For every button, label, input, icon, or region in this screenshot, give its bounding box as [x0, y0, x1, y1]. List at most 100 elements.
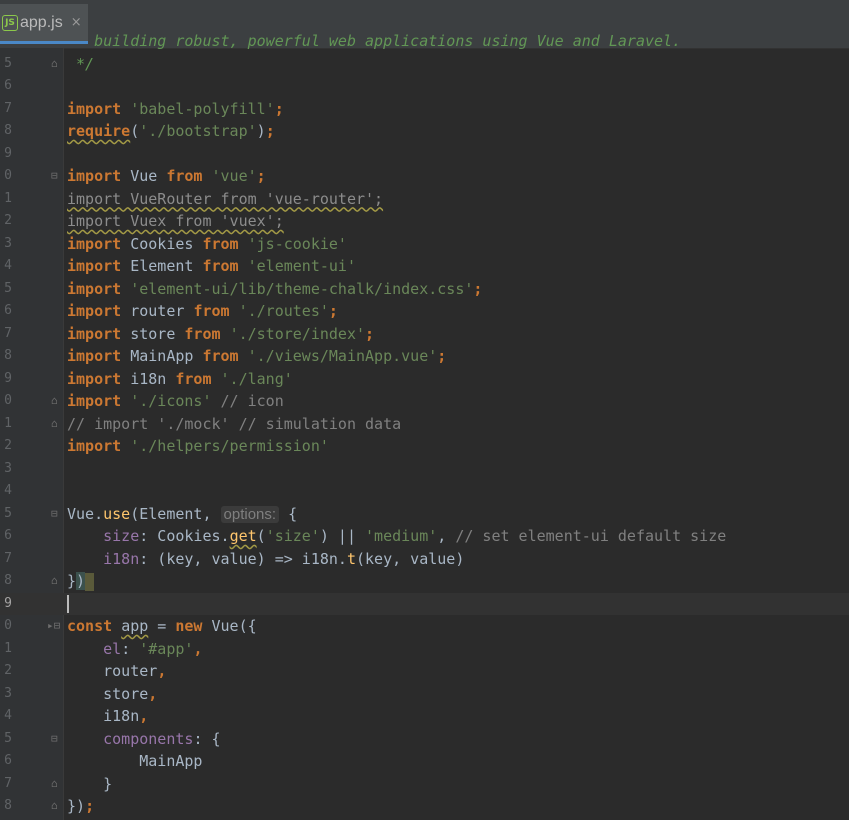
code-line: 8 ⌂ });: [0, 795, 849, 818]
fold-start-icon[interactable]: ⊟: [51, 732, 61, 745]
code-line: 5 ⊟ Vue.use(Element, options: {: [0, 503, 849, 526]
code-text: size: Cookies.get('size') || 'medium', /…: [103, 527, 727, 545]
line-number: 6: [4, 78, 12, 93]
code-line: 7 import 'babel-polyfill';: [0, 98, 849, 121]
fold-end-icon[interactable]: ⌂: [51, 417, 61, 430]
fold-start-icon[interactable]: ⊟: [51, 507, 61, 520]
fold-start-icon[interactable]: ⊟: [51, 170, 61, 182]
fold-end-icon[interactable]: ⌂: [51, 57, 61, 70]
code-text: import VueRouter from 'vue-router';: [67, 189, 384, 208]
close-icon[interactable]: ×: [71, 15, 82, 30]
line-number: 1: [4, 190, 12, 206]
code-text: import 'element-ui/lib/theme-chalk/index…: [67, 279, 483, 298]
code-line: 4: [0, 480, 849, 503]
tab-label: app.js: [20, 13, 63, 31]
code-line: 4 import Element from 'element-ui': [0, 255, 849, 278]
line-number: 6: [4, 528, 12, 543]
code-line: 0 ⌂ import './icons' // icon: [0, 390, 849, 413]
code-text: import './icons' // icon: [67, 392, 284, 410]
code-line: 2 router,: [0, 660, 849, 683]
code-text: [67, 593, 69, 616]
code-line: 3 import Cookies from 'js-cookie': [0, 233, 849, 256]
code-text: import i18n from './lang': [67, 369, 293, 388]
code-text: building robust, powerful web applicatio…: [67, 32, 682, 50]
code-text: // import './mock' // simulation data: [67, 414, 402, 433]
line-number: 5: [4, 280, 12, 296]
code-line: 6: [0, 75, 849, 98]
code-text: import Vue from 'vue';: [67, 167, 266, 185]
code-line: 7 ⌂ }: [0, 773, 849, 796]
code-line: 0 ▸⊟ const app = new Vue({: [0, 615, 849, 638]
code-text: */: [67, 54, 95, 73]
code-line: 8 ⌂ }): [0, 570, 849, 593]
code-text: }: [67, 774, 113, 793]
line-number: 3: [4, 235, 12, 251]
line-number: 9: [4, 145, 12, 161]
code-line: 8 require('./bootstrap');: [0, 120, 849, 143]
code-editor[interactable]: building robust, powerful web applicatio…: [0, 30, 849, 818]
line-number: 1: [4, 415, 12, 431]
code-text: import Vuex from 'vuex';: [67, 212, 284, 230]
line-number: 5: [4, 730, 12, 746]
line-number: 2: [4, 438, 12, 453]
code-line: 0 ⊟ import Vue from 'vue';: [0, 165, 849, 188]
code-line: 7 import store from './store/index';: [0, 323, 849, 346]
fold-start-icon[interactable]: ▸⊟: [47, 620, 60, 632]
line-number: 5: [4, 505, 12, 521]
code-text: Vue.use(Element, options: {: [67, 504, 298, 523]
line-number: 7: [4, 550, 12, 566]
line-number: 7: [4, 325, 12, 341]
line-number: 5: [4, 55, 12, 71]
code-line: 1 el: '#app',: [0, 638, 849, 661]
code-line: 3: [0, 458, 849, 481]
code-text: router,: [67, 662, 167, 680]
code-text: import 'babel-polyfill';: [67, 99, 284, 118]
line-number: 8: [4, 348, 12, 363]
line-number: 4: [4, 708, 12, 723]
line-number: 8: [4, 798, 12, 813]
code-line: 6 size: Cookies.get('size') || 'medium',…: [0, 525, 849, 548]
code-line: 9 import i18n from './lang': [0, 368, 849, 391]
code-line: 2 import Vuex from 'vuex';: [0, 210, 849, 233]
line-number: 6: [4, 303, 12, 318]
fold-end-icon[interactable]: ⌂: [51, 800, 61, 812]
code-line: 9: [0, 143, 849, 166]
line-number: 7: [4, 775, 12, 791]
line-number: 0: [4, 618, 12, 633]
code-line: 3 store,: [0, 683, 849, 706]
code-line: 7 i18n: (key, value) => i18n.t(key, valu…: [0, 548, 849, 571]
code-text: require('./bootstrap');: [67, 122, 275, 140]
code-text: import Element from 'element-ui': [67, 257, 356, 275]
fold-end-icon[interactable]: ⌂: [51, 777, 61, 790]
line-number: 2: [4, 663, 12, 678]
code-text: import MainApp from './views/MainApp.vue…: [67, 347, 447, 365]
code-text: i18n: (key, value) => i18n.t(key, value): [103, 549, 465, 568]
line-number: 3: [4, 460, 12, 476]
nodejs-icon: JS: [2, 14, 18, 31]
code-line: 5 import 'element-ui/lib/theme-chalk/ind…: [0, 278, 849, 301]
text-caret: [67, 595, 69, 613]
code-line: 6 MainApp: [0, 750, 849, 773]
code-line: 8 import MainApp from './views/MainApp.v…: [0, 345, 849, 368]
code-line: 1 import VueRouter from 'vue-router';: [0, 188, 849, 211]
line-number: 2: [4, 213, 12, 228]
code-line: 4 i18n,: [0, 705, 849, 728]
parameter-hint: options:: [220, 505, 280, 523]
code-line: 2 import './helpers/permission': [0, 435, 849, 458]
line-number: 8: [4, 573, 12, 588]
code-line: 1 ⌂ // import './mock' // simulation dat…: [0, 413, 849, 436]
line-number: 4: [4, 258, 12, 273]
line-number: 9: [4, 595, 12, 611]
line-number: 3: [4, 685, 12, 701]
code-line: 6 import router from './routes';: [0, 300, 849, 323]
line-number: 0: [4, 393, 12, 408]
line-number: 7: [4, 100, 12, 116]
code-text: });: [67, 797, 95, 815]
line-number: 1: [4, 640, 12, 656]
fold-end-icon[interactable]: ⌂: [51, 575, 61, 587]
code-line: building robust, powerful web applicatio…: [0, 30, 849, 53]
code-text: i18n,: [67, 707, 149, 725]
fold-end-icon[interactable]: ⌂: [51, 395, 61, 407]
code-text: el: '#app',: [103, 639, 203, 658]
line-number: 9: [4, 370, 12, 386]
